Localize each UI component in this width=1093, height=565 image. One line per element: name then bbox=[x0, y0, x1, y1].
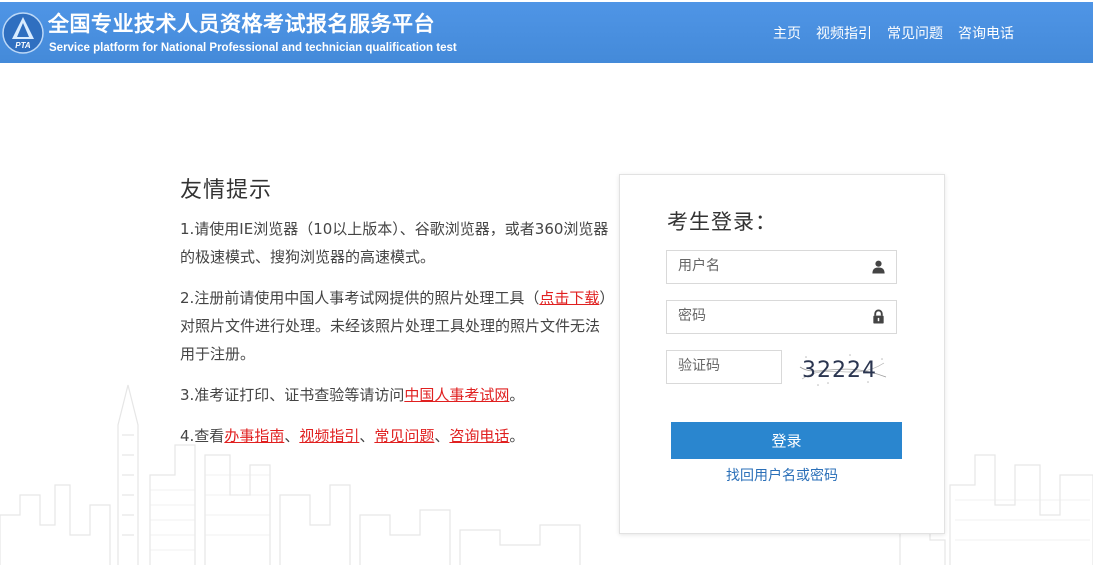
login-panel: 考生登录： 32224 登录 找回用户名或密码 bbox=[619, 174, 945, 534]
username-field bbox=[666, 250, 897, 284]
captcha-image[interactable]: 32224 bbox=[798, 349, 888, 389]
captcha-input[interactable] bbox=[667, 351, 778, 381]
friendly-tips: 友情提示 1.请使用IE浏览器（10以上版本）、谷歌浏览器，或者360浏览器的极… bbox=[180, 172, 610, 463]
tips-heading: 友情提示 bbox=[180, 178, 273, 203]
nav-hotline[interactable]: 咨询电话 bbox=[958, 23, 1014, 43]
site-title: 全国专业技术人员资格考试报名服务平台 bbox=[48, 12, 435, 36]
video-guide-link[interactable]: 视频指引 bbox=[299, 427, 359, 445]
tip-text: 。 bbox=[509, 427, 525, 445]
password-field bbox=[666, 300, 897, 334]
logo-text: PTA bbox=[15, 41, 31, 50]
captcha-field bbox=[666, 350, 782, 384]
nav-home[interactable]: 主页 bbox=[773, 23, 801, 43]
separator: 、 bbox=[359, 427, 375, 445]
guide-link[interactable]: 办事指南 bbox=[224, 427, 284, 445]
tip-text: 4.查看 bbox=[180, 427, 225, 445]
tip-item-3: 3.准考证打印、证书查验等请访问中国人事考试网。 bbox=[180, 381, 610, 409]
tip-item-1: 1.请使用IE浏览器（10以上版本）、谷歌浏览器，或者360浏览器的极速模式、搜… bbox=[180, 220, 609, 266]
faq-link[interactable]: 常见问题 bbox=[374, 427, 434, 445]
tip-item-4: 4.查看办事指南、视频指引、常见问题、咨询电话。 bbox=[180, 422, 610, 450]
tip-text: 3.准考证打印、证书查验等请访问 bbox=[180, 386, 405, 404]
username-input[interactable] bbox=[667, 251, 858, 281]
tip-item-2: 2.注册前请使用中国人事考试网提供的照片处理工具（点击下载）对照片文件进行处理。… bbox=[180, 284, 610, 368]
nav-video-guide[interactable]: 视频指引 bbox=[816, 23, 872, 43]
top-nav: 主页 视频指引 常见问题 咨询电话 bbox=[773, 23, 1014, 43]
tip-text: 。 bbox=[509, 386, 525, 404]
separator: 、 bbox=[284, 427, 300, 445]
site-subtitle: Service platform for National Profession… bbox=[49, 42, 457, 54]
captcha-text: 32224 bbox=[802, 358, 877, 383]
site-header: PTA 全国专业技术人员资格考试报名服务平台 Service platform … bbox=[0, 2, 1093, 63]
user-icon bbox=[872, 260, 885, 274]
login-button[interactable]: 登录 bbox=[671, 422, 902, 459]
nav-faq[interactable]: 常见问题 bbox=[887, 23, 943, 43]
lock-icon bbox=[873, 309, 884, 324]
recover-account-link[interactable]: 找回用户名或密码 bbox=[726, 465, 838, 485]
pta-logo-icon: PTA bbox=[2, 12, 44, 54]
separator: 、 bbox=[434, 427, 450, 445]
tip-text: 2.注册前请使用中国人事考试网提供的照片处理工具（ bbox=[180, 289, 540, 307]
login-title: 考生登录： bbox=[667, 210, 777, 234]
cpta-link[interactable]: 中国人事考试网 bbox=[404, 386, 509, 404]
password-input[interactable] bbox=[667, 301, 858, 331]
download-link[interactable]: 点击下载 bbox=[539, 289, 599, 307]
hotline-link[interactable]: 咨询电话 bbox=[449, 427, 509, 445]
